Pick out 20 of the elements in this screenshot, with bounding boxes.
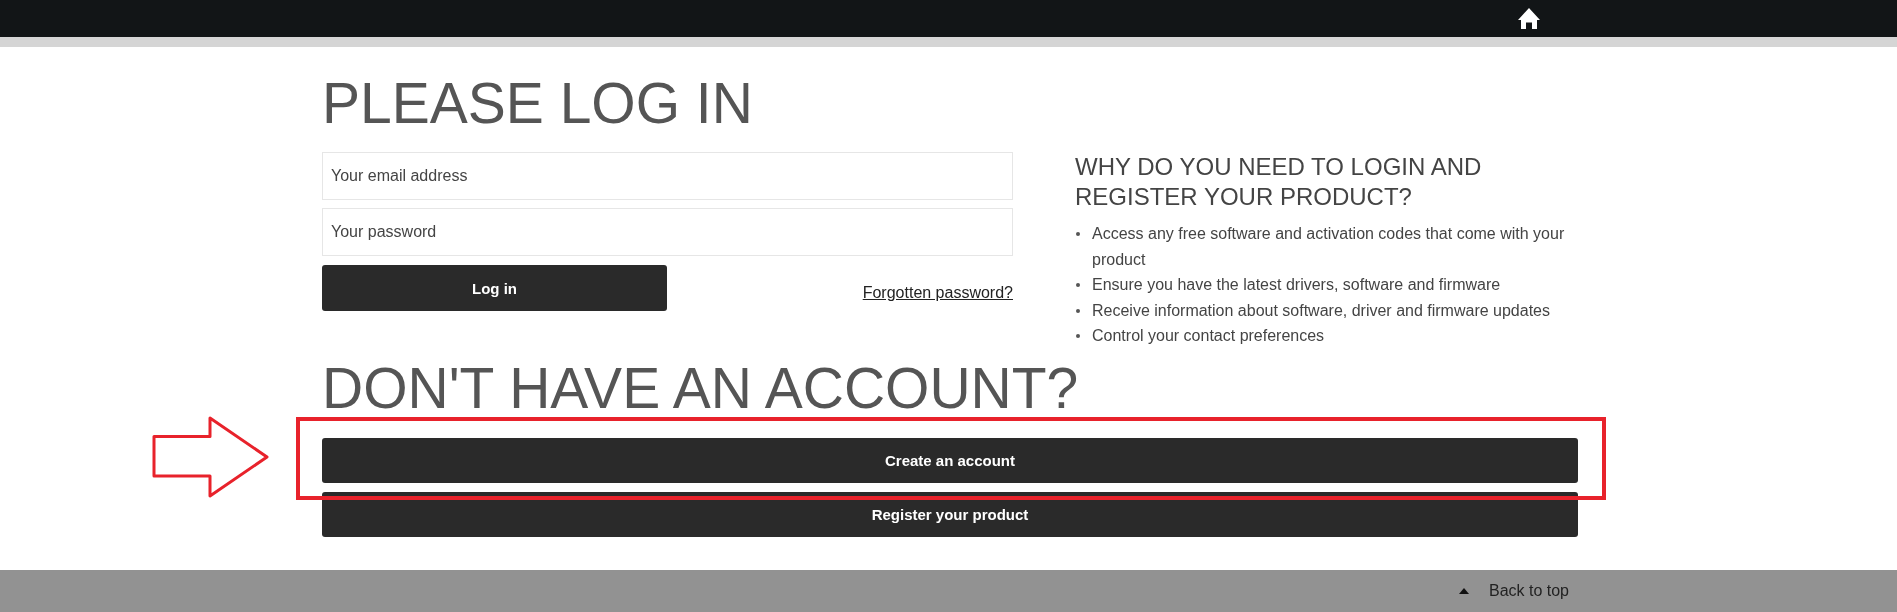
page-title: PLEASE LOG IN bbox=[322, 70, 754, 136]
benefit-item: Receive information about software, driver and firmware updates bbox=[1092, 300, 1550, 321]
action-button[interactable]: Create an account bbox=[322, 437, 1578, 483]
bullet-icon bbox=[1076, 334, 1080, 339]
bullet-icon bbox=[1076, 232, 1080, 236]
bullet-icon bbox=[1076, 308, 1080, 313]
login-button[interactable]: Log in bbox=[322, 265, 667, 311]
benefit-item: Ensure you have the latest drivers, software and firmware bbox=[1092, 275, 1501, 296]
home-icon[interactable] bbox=[1518, 8, 1540, 29]
section-title: DON'T HAVE AN ACCOUNT? bbox=[322, 354, 1080, 421]
back-to-top-link[interactable]: Back to top bbox=[1458, 581, 1569, 601]
input-field[interactable]: Your password bbox=[322, 208, 1013, 256]
benefit-item: Access any free software and activation codes that come with your product bbox=[1092, 224, 1566, 270]
action-button[interactable]: Register your product bbox=[322, 491, 1578, 537]
triangle-up-icon bbox=[1458, 588, 1469, 594]
info-heading: WHY DO YOU NEED TO LOGIN AND REGISTER YOUR PRODUCT? bbox=[1075, 152, 1483, 212]
input-field[interactable]: Your email address bbox=[322, 152, 1013, 200]
bullet-icon bbox=[1076, 283, 1080, 288]
forgot-password-link[interactable]: Forgotten password? bbox=[862, 284, 1013, 302]
benefit-item: Control your contact preferences bbox=[1092, 326, 1325, 347]
